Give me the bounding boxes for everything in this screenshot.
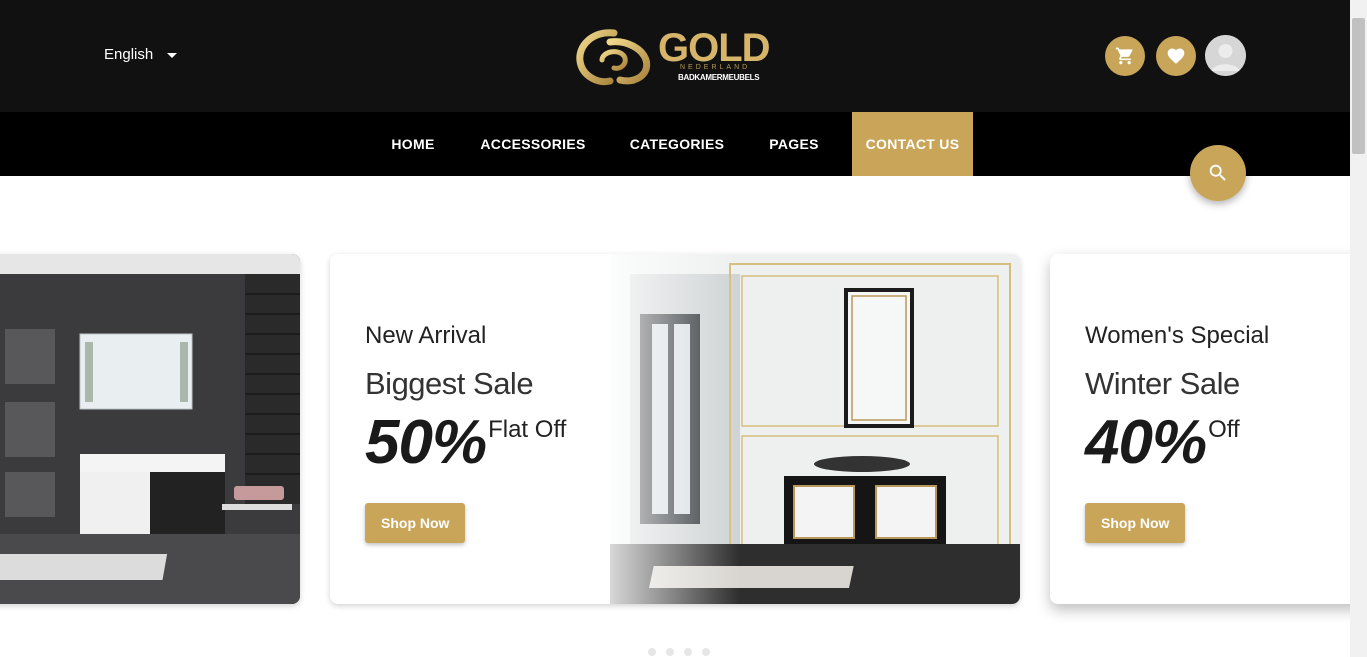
nav-accessories[interactable]: ACCESSORIES [470, 112, 596, 176]
discount-suffix: Flat Off [488, 416, 567, 443]
logo-tagline: BADKAMERMEUBELS [678, 73, 760, 82]
user-icon [1205, 35, 1246, 76]
slide-prev[interactable] [0, 254, 300, 604]
slide-text: New Arrival Biggest Sale 50% Flat Off Sh… [365, 320, 566, 543]
shop-now-button[interactable]: Shop Now [1085, 503, 1186, 543]
logo-mark-icon [576, 29, 651, 86]
slide-offer: 40% Off [1085, 408, 1269, 478]
discount-percent: 40% [1085, 408, 1207, 477]
heart-icon [1167, 48, 1185, 64]
nav-home[interactable]: HOME [376, 112, 450, 176]
nav-pages[interactable]: PAGES [758, 112, 830, 176]
search-button[interactable] [1190, 145, 1246, 201]
bathroom-image [0, 254, 300, 604]
search-icon [1209, 164, 1226, 181]
cart-button[interactable] [1105, 36, 1145, 76]
slide-text: Women's Special Winter Sale 40% Off Shop… [1085, 320, 1269, 543]
brand-logo[interactable]: GOLD NEDERLAND BADKAMERMEUBELS [574, 26, 784, 86]
carousel-dot[interactable] [648, 648, 656, 656]
slide-new-arrival[interactable]: New Arrival Biggest Sale 50% Flat Off Sh… [330, 254, 1020, 604]
caret-down-icon [167, 53, 178, 58]
nav-categories[interactable]: CATEGORIES [619, 112, 735, 176]
carousel-dot[interactable] [684, 648, 692, 656]
slide-eyebrow: Women's Special [1085, 322, 1270, 349]
carousel-dot[interactable] [702, 648, 710, 656]
carousel-dot[interactable] [666, 648, 674, 656]
user-avatar[interactable] [1205, 35, 1246, 76]
discount-percent: 50% [365, 408, 487, 477]
language-label: English [104, 46, 154, 63]
slide-womens-special[interactable]: Women's Special Winter Sale 40% Off Shop… [1050, 254, 1367, 604]
slide-eyebrow: New Arrival [365, 322, 487, 349]
language-selector[interactable]: English [104, 46, 178, 63]
slide-offer: 50% Flat Off [365, 408, 566, 478]
carousel-dots [648, 648, 710, 656]
logo-subtitle: NEDERLAND [680, 64, 751, 71]
scrollbar-thumb[interactable] [1352, 18, 1365, 154]
nav-contact-us[interactable]: CONTACT US [852, 112, 973, 176]
slide-title: Biggest Sale [365, 366, 534, 401]
slide-title: Winter Sale [1085, 366, 1240, 401]
shop-now-button[interactable]: Shop Now [365, 503, 466, 543]
cart-icon [1115, 47, 1133, 65]
wishlist-button[interactable] [1156, 36, 1196, 76]
discount-suffix: Off [1208, 416, 1240, 443]
